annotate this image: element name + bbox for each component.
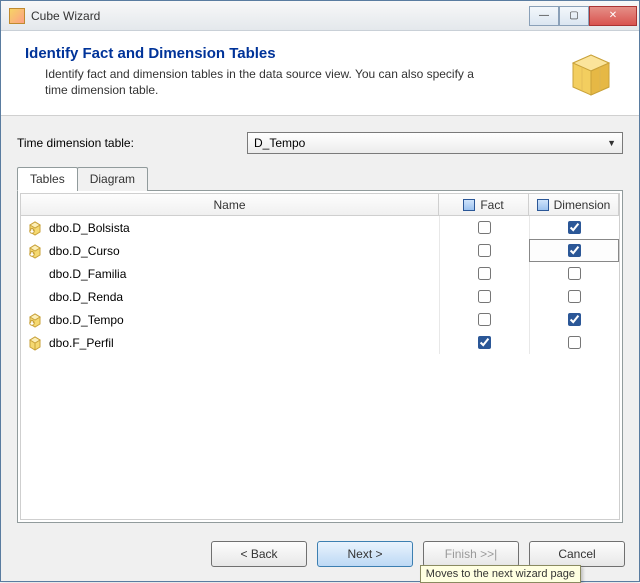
window-title: Cube Wizard bbox=[31, 9, 529, 23]
fact-column-check-icon bbox=[463, 199, 475, 211]
table-row[interactable]: dbo.D_Renda bbox=[21, 285, 619, 308]
fact-checkbox[interactable] bbox=[478, 221, 491, 234]
fact-cell[interactable] bbox=[439, 216, 529, 239]
dimension-checkbox[interactable] bbox=[568, 221, 581, 234]
next-tooltip: Moves to the next wizard page bbox=[420, 565, 581, 583]
header-text: Identify Fact and Dimension Tables Ident… bbox=[25, 45, 551, 98]
row-name-cell: dbo.D_Familia bbox=[21, 267, 439, 281]
table-name: dbo.D_Curso bbox=[49, 244, 120, 258]
grid-body: dbo.D_Bolsista dbo.D_Curso dbo.D_Familiadb… bbox=[21, 216, 619, 519]
table-row[interactable]: dbo.D_Familia bbox=[21, 262, 619, 285]
wizard-header: Identify Fact and Dimension Tables Ident… bbox=[1, 31, 639, 116]
row-name-cell: dbo.D_Bolsista bbox=[21, 220, 439, 236]
row-name-cell: dbo.D_Renda bbox=[21, 290, 439, 304]
page-title: Identify Fact and Dimension Tables bbox=[25, 45, 551, 62]
table-row[interactable]: dbo.D_Bolsista bbox=[21, 216, 619, 239]
dimension-checkbox[interactable] bbox=[568, 244, 581, 257]
fact-cell[interactable] bbox=[439, 308, 529, 331]
dimension-cell[interactable] bbox=[529, 285, 619, 308]
wizard-body: Time dimension table: D_Tempo ▼ Tables D… bbox=[1, 116, 639, 531]
col-name[interactable]: Name bbox=[21, 194, 439, 215]
table-name: dbo.D_Renda bbox=[49, 290, 123, 304]
time-dimension-value: D_Tempo bbox=[254, 136, 305, 150]
fact-cell[interactable] bbox=[439, 262, 529, 285]
fact-checkbox[interactable] bbox=[478, 244, 491, 257]
table-name: dbo.D_Bolsista bbox=[49, 221, 130, 235]
dimension-cell[interactable] bbox=[529, 216, 619, 239]
dimension-checkbox[interactable] bbox=[568, 336, 581, 349]
col-dimension[interactable]: Dimension bbox=[529, 194, 619, 215]
wizard-footer: < Back Next > Finish >>| Cancel Moves to… bbox=[1, 531, 639, 581]
tables-panel: Name Fact Dimension dbo.D_Bolsistadbo.D_… bbox=[17, 190, 623, 523]
back-button[interactable]: < Back bbox=[211, 541, 307, 567]
maximize-button[interactable]: ▢ bbox=[559, 6, 589, 26]
dimension-checkbox[interactable] bbox=[568, 290, 581, 303]
window-buttons: — ▢ ✕ bbox=[529, 6, 637, 26]
tab-tables[interactable]: Tables bbox=[17, 167, 78, 191]
fact-cell[interactable] bbox=[439, 239, 529, 262]
dimension-checkbox[interactable] bbox=[568, 313, 581, 326]
row-name-cell: dbo.D_Curso bbox=[21, 243, 439, 259]
next-button[interactable]: Next > bbox=[317, 541, 413, 567]
row-name-cell: dbo.F_Perfil bbox=[21, 335, 439, 351]
fact-checkbox[interactable] bbox=[478, 313, 491, 326]
close-button[interactable]: ✕ bbox=[589, 6, 637, 26]
table-name: dbo.F_Perfil bbox=[49, 336, 114, 350]
row-name-cell: dbo.D_Tempo bbox=[21, 312, 439, 328]
time-dimension-label: Time dimension table: bbox=[17, 136, 247, 150]
fact-cell[interactable] bbox=[439, 331, 529, 354]
dimension-column-check-icon bbox=[537, 199, 549, 211]
time-dimension-row: Time dimension table: D_Tempo ▼ bbox=[17, 132, 623, 154]
dimension-cell[interactable] bbox=[529, 262, 619, 285]
tabstrip: Tables Diagram bbox=[17, 167, 623, 191]
cube-icon bbox=[9, 8, 25, 24]
table-row[interactable]: dbo.D_Curso bbox=[21, 239, 619, 262]
chevron-down-icon: ▼ bbox=[607, 138, 616, 148]
col-fact-label: Fact bbox=[480, 198, 503, 212]
dimension-checkbox[interactable] bbox=[568, 267, 581, 280]
dimension-cell[interactable] bbox=[529, 308, 619, 331]
fact-checkbox[interactable] bbox=[478, 290, 491, 303]
finish-button: Finish >>| bbox=[423, 541, 519, 567]
table-name: dbo.D_Tempo bbox=[49, 313, 124, 327]
table-row[interactable]: dbo.D_Tempo bbox=[21, 308, 619, 331]
table-name: dbo.D_Familia bbox=[49, 267, 126, 281]
minimize-button[interactable]: — bbox=[529, 6, 559, 26]
fact-checkbox[interactable] bbox=[478, 336, 491, 349]
table-row[interactable]: dbo.F_Perfil bbox=[21, 331, 619, 354]
dimension-cell[interactable] bbox=[529, 331, 619, 354]
titlebar: Cube Wizard — ▢ ✕ bbox=[1, 1, 639, 31]
page-description: Identify fact and dimension tables in th… bbox=[25, 66, 485, 98]
cancel-button[interactable]: Cancel bbox=[529, 541, 625, 567]
tables-grid: Name Fact Dimension dbo.D_Bolsistadbo.D_… bbox=[20, 193, 620, 520]
col-dimension-label: Dimension bbox=[554, 198, 611, 212]
tab-diagram[interactable]: Diagram bbox=[77, 167, 148, 191]
cube-wizard-window: Cube Wizard — ▢ ✕ Identify Fact and Dime… bbox=[0, 0, 640, 582]
fact-cell[interactable] bbox=[439, 285, 529, 308]
col-fact[interactable]: Fact bbox=[439, 194, 529, 215]
cube-header-icon bbox=[563, 45, 619, 101]
grid-header: Name Fact Dimension bbox=[21, 194, 619, 216]
fact-checkbox[interactable] bbox=[478, 267, 491, 280]
time-dimension-combo[interactable]: D_Tempo ▼ bbox=[247, 132, 623, 154]
dimension-cell[interactable] bbox=[529, 239, 619, 262]
